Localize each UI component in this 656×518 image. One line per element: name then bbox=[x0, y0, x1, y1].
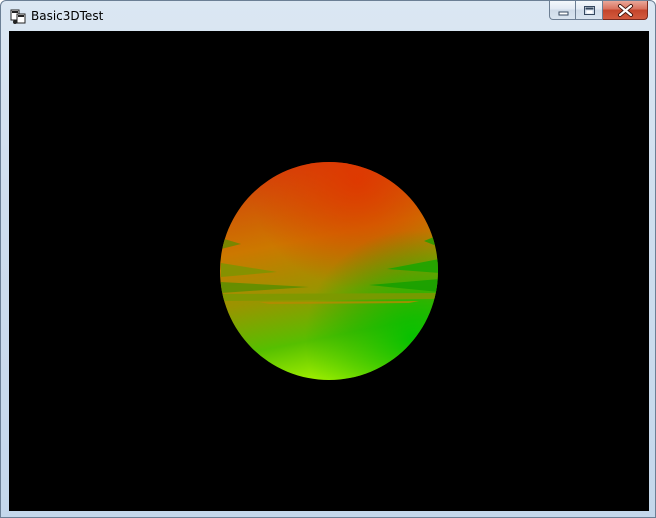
maximize-button[interactable] bbox=[576, 1, 603, 20]
render-viewport[interactable] bbox=[9, 31, 649, 511]
close-icon bbox=[618, 4, 633, 17]
window-title: Basic3DTest bbox=[31, 9, 104, 23]
minimize-button[interactable] bbox=[549, 1, 576, 20]
title-bar[interactable]: Basic3DTest bbox=[1, 1, 655, 30]
app-window-icon[interactable] bbox=[10, 8, 26, 24]
close-button[interactable] bbox=[603, 1, 648, 20]
minimize-icon bbox=[558, 11, 569, 16]
rendered-sphere bbox=[220, 162, 438, 380]
caption-buttons bbox=[549, 1, 648, 21]
application-window: Basic3DTest bbox=[0, 0, 656, 518]
maximize-icon bbox=[584, 6, 595, 15]
